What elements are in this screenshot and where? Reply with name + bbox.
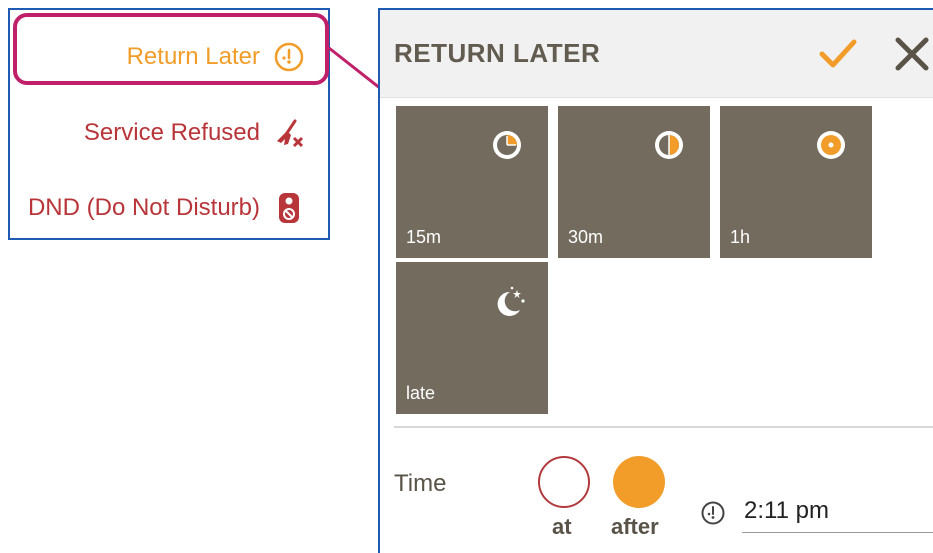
selection-highlight (13, 13, 329, 85)
time-input-underline (742, 532, 933, 533)
clock-quarter-icon (490, 128, 524, 162)
close-icon (895, 37, 929, 71)
time-mode-at-label: at (552, 514, 572, 539)
dialog-title: RETURN LATER (394, 38, 601, 68)
tile-label: 30m (568, 227, 604, 247)
clock-icon (700, 500, 726, 526)
return-later-dialog: RETURN LATER 15m 30m 1h late Time at aft… (378, 8, 933, 553)
confirm-button[interactable] (816, 32, 860, 76)
option-tile-late[interactable]: late (396, 262, 548, 414)
time-mode-after-radio[interactable] (613, 456, 665, 508)
menu-item-label: Service Refused (83, 119, 260, 146)
option-tile-15m[interactable]: 15m (396, 106, 548, 258)
broom-cross-icon (272, 116, 306, 150)
tile-label: 15m (406, 227, 442, 247)
time-mode-after-label: after (611, 514, 659, 539)
time-mode-at-radio[interactable] (538, 456, 590, 508)
tile-label: late (406, 383, 436, 403)
option-tile-1h[interactable]: 1h (720, 106, 872, 258)
menu-item-service-refused[interactable]: Service Refused (84, 116, 306, 150)
door-hanger-icon (272, 191, 306, 225)
moon-stars-icon (490, 284, 525, 318)
divider (394, 426, 933, 428)
time-input[interactable]: 2:11 pm (744, 497, 829, 525)
menu-item-dnd[interactable]: DND (Do Not Disturb) (28, 191, 306, 225)
clock-half-icon (652, 128, 686, 162)
close-button[interactable] (892, 34, 932, 74)
dialog-header: RETURN LATER (380, 10, 933, 98)
option-tile-30m[interactable]: 30m (558, 106, 710, 258)
tile-label: 1h (730, 227, 751, 247)
clock-full-icon (814, 128, 848, 162)
time-label: Time (394, 470, 447, 497)
menu-item-label: DND (Do Not Disturb) (27, 194, 260, 221)
checkmark-icon (819, 39, 857, 68)
